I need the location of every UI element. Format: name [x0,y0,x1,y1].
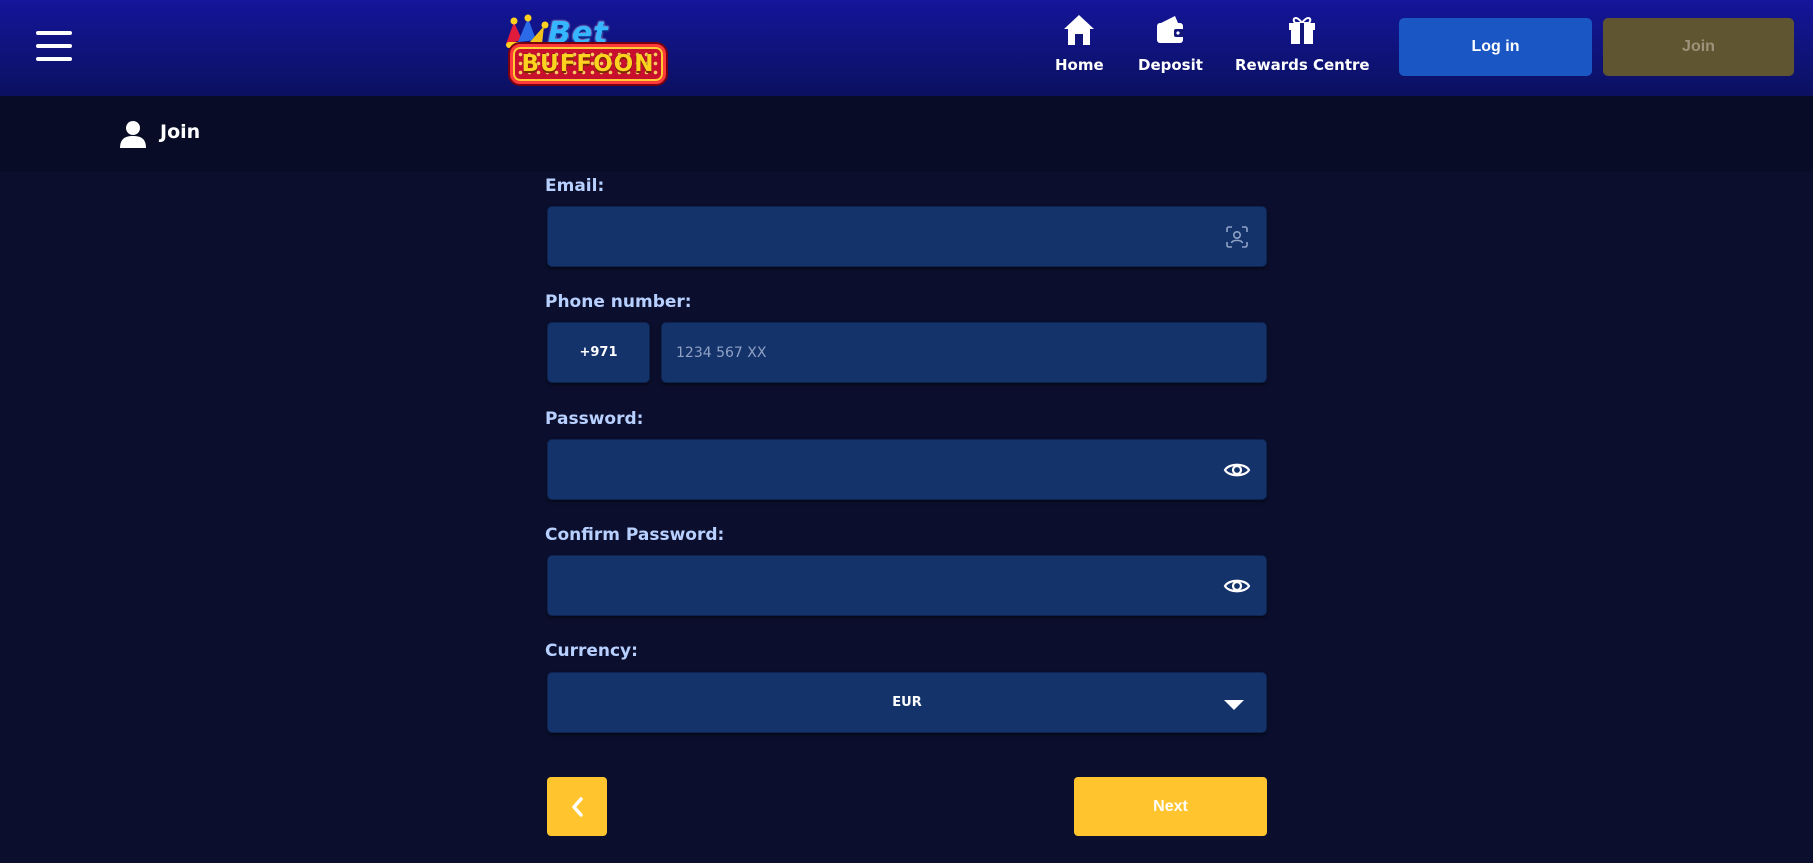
email-field[interactable] [548,207,1266,266]
password-label: Password: [545,409,644,429]
back-button[interactable] [547,777,607,836]
menu-icon[interactable] [36,31,72,61]
currency-label: Currency: [545,641,638,661]
user-icon [120,121,146,148]
site-logo[interactable]: Bet BUFFOON [500,12,670,88]
top-header: Bet BUFFOON Home Deposit Rewards Centre … [0,0,1813,96]
eye-icon[interactable] [1222,571,1252,601]
phone-prefix-value: +971 [579,345,618,360]
phone-label: Phone number: [545,292,692,312]
wallet-icon [1150,10,1190,50]
nav-home-label: Home [1055,56,1104,74]
caret-down-icon [1224,699,1244,710]
confirm-password-label: Confirm Password: [545,525,725,545]
email-label: Email: [545,176,605,196]
gift-icon [1282,10,1322,50]
nav-rewards-centre[interactable]: Rewards Centre [1235,10,1370,74]
nav-deposit[interactable]: Deposit [1138,10,1203,74]
currency-selected-value: EUR [892,695,922,710]
nav-rewards-label: Rewards Centre [1235,56,1370,74]
home-icon [1059,10,1099,50]
login-button[interactable]: Log in [1399,18,1592,76]
phone-number-field[interactable] [662,323,1266,382]
page-title: Join [160,121,201,143]
currency-select[interactable]: EUR [547,672,1267,733]
nav-deposit-label: Deposit [1138,56,1203,74]
logo-text-buffoon: BUFFOON [521,51,655,77]
phone-prefix-select[interactable]: +971 [547,322,650,383]
confirm-password-field-wrapper [547,555,1267,616]
phone-field-wrapper [661,322,1267,383]
confirm-password-field[interactable] [548,556,1266,615]
password-field[interactable] [548,440,1266,499]
contact-scan-icon[interactable] [1222,222,1252,252]
chevron-left-icon [572,796,583,817]
eye-icon[interactable] [1222,455,1252,485]
email-field-wrapper [547,206,1267,267]
nav-home[interactable]: Home [1055,10,1104,74]
join-button[interactable]: Join [1603,18,1794,76]
password-field-wrapper [547,439,1267,500]
page-subheader: Join [0,96,1813,172]
logo-plate: BUFFOON [510,44,666,84]
next-button[interactable]: Next [1074,777,1267,836]
